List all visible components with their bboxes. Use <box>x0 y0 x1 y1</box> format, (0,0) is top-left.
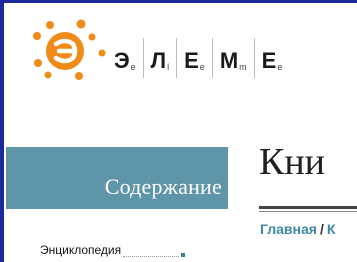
elementy-logo-icon[interactable] <box>26 17 116 87</box>
brand-letter-big: Л <box>150 48 167 73</box>
breadcrumb-separator: / <box>319 221 324 237</box>
brand-letter-sub: m <box>239 62 247 72</box>
title-underline <box>259 206 357 209</box>
bullet-square-icon <box>181 253 186 257</box>
brand-letter-sub: e <box>199 62 205 72</box>
breadcrumb-home-link[interactable]: Главная <box>260 221 317 237</box>
page-title: Кни <box>259 141 326 183</box>
brand-letter: М m <box>211 38 254 78</box>
title-underline-thin <box>259 211 357 212</box>
sidebar-item-encyclopedia[interactable]: Энциклопедия <box>40 243 186 257</box>
brand-letter-big: М <box>219 48 239 73</box>
brand-letter-sub: l <box>167 62 170 72</box>
brand-letter: Е e <box>176 38 212 78</box>
sidebar-item-label: Энциклопедия <box>40 243 122 257</box>
brand-wordmark[interactable]: Э e Л l Е e М m Е e <box>114 38 289 78</box>
breadcrumb-next-link[interactable]: К <box>327 221 336 237</box>
brand-letter-sub: e <box>277 62 283 72</box>
brand-letter-big: Е <box>261 48 277 73</box>
brand-letter: Э e <box>114 38 143 78</box>
sidebar-heading: Содержание <box>104 174 222 199</box>
sidebar-heading-bar: Содержание <box>6 147 228 209</box>
brand-letter-big: Е <box>184 48 199 73</box>
brand-letter-sub: e <box>130 62 136 72</box>
brand-letter: Л l <box>142 38 176 78</box>
breadcrumb: Главная / К <box>260 221 335 237</box>
leader-dots <box>123 247 180 257</box>
brand-letter-big: Э <box>114 48 130 73</box>
brand-letter: Е e <box>253 38 290 78</box>
page-frame: Э e Л l Е e М m Е e Содержание Кни Главн… <box>0 0 357 262</box>
